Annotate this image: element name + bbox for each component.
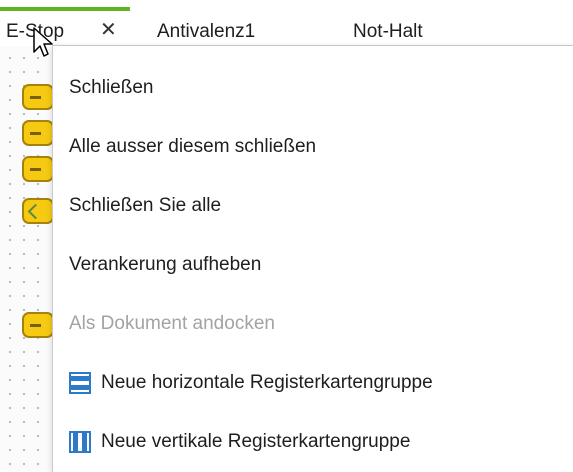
tab-antivalenz1[interactable]: Antivalenz1 <box>157 20 255 44</box>
function-block[interactable] <box>22 198 54 224</box>
horizontal-tab-group-icon <box>69 372 91 394</box>
menu-item-label: Alle ausser diesem schließen <box>69 136 317 157</box>
tab-not-halt[interactable]: Not-Halt <box>353 20 423 44</box>
menu-item-label: Verankerung aufheben <box>69 254 262 275</box>
menu-item-close-all[interactable]: Schließen Sie alle <box>53 186 573 226</box>
menu-item-dock-as-document: Als Dokument andocken <box>53 304 573 344</box>
function-block[interactable] <box>22 120 54 146</box>
menu-item-close-all-but-this[interactable]: Alle ausser diesem schließen <box>53 127 573 167</box>
tab-context-menu: Schließen Alle ausser diesem schließen S… <box>52 45 573 472</box>
menu-item-label: Neue vertikale Registerkartengruppe <box>101 431 411 452</box>
function-block[interactable] <box>22 312 54 338</box>
mouse-cursor-icon <box>33 27 53 57</box>
close-tab-icon[interactable]: ✕ <box>100 18 117 42</box>
menu-item-label: Als Dokument andocken <box>69 313 275 334</box>
menu-item-close[interactable]: Schließen <box>53 68 573 108</box>
vertical-tab-group-icon <box>69 431 91 453</box>
menu-item-label: Schließen <box>69 77 154 98</box>
function-block[interactable] <box>22 156 54 182</box>
diagram-canvas[interactable] <box>0 46 54 471</box>
menu-item-undock[interactable]: Verankerung aufheben <box>53 245 573 285</box>
active-tab-indicator <box>0 7 130 11</box>
menu-item-label: Neue horizontale Registerkartengruppe <box>101 372 433 393</box>
menu-item-new-horizontal-tab-group[interactable]: Neue horizontale Registerkartengruppe <box>53 363 573 403</box>
document-tab-strip: E-Stop ✕ Antivalenz1 Not-Halt <box>0 0 573 46</box>
menu-item-new-vertical-tab-group[interactable]: Neue vertikale Registerkartengruppe <box>53 422 573 462</box>
function-block[interactable] <box>22 84 54 110</box>
menu-item-label: Schließen Sie alle <box>69 195 222 216</box>
